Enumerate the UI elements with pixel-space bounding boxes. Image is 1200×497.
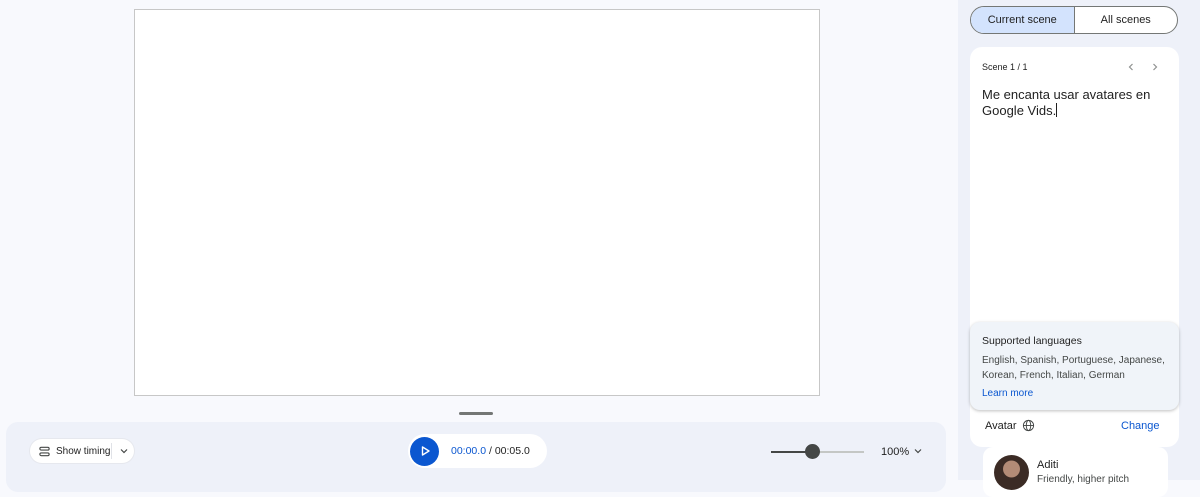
scene-canvas[interactable] xyxy=(134,9,820,396)
tooltip-body: English, Spanish, Portuguese, Japanese, … xyxy=(982,355,1165,381)
chevron-down-icon[interactable] xyxy=(116,443,132,459)
script-textarea[interactable]: Me encanta usar avatares en Google Vids. xyxy=(982,87,1152,119)
play-button[interactable] xyxy=(410,436,439,466)
script-text: Me encanta usar avatares en Google Vids. xyxy=(982,87,1151,118)
avatar xyxy=(994,455,1029,490)
show-timing-label: Show timing xyxy=(56,445,111,457)
time-display: 00:00.0 / 00:05.0 xyxy=(451,445,530,457)
tooltip-title: Supported languages xyxy=(982,335,1082,347)
resize-handle[interactable] xyxy=(459,412,493,415)
time-separator: / xyxy=(486,445,495,457)
chevron-down-icon[interactable] xyxy=(912,445,924,457)
chevron-left-icon[interactable] xyxy=(1124,60,1138,74)
current-time: 00:00.0 xyxy=(451,445,487,457)
learn-more-link[interactable]: Learn more xyxy=(982,388,1167,399)
zoom-value[interactable]: 100% xyxy=(881,446,909,458)
play-icon xyxy=(421,446,430,456)
change-avatar-link[interactable]: Change xyxy=(1121,420,1160,432)
globe-icon[interactable] xyxy=(1022,419,1035,432)
avatar-label: Avatar xyxy=(985,420,1017,432)
avatar-name: Aditi xyxy=(1037,459,1059,471)
timing-icon xyxy=(36,443,52,459)
scene-counter: Scene 1 / 1 xyxy=(982,62,1028,72)
text-cursor xyxy=(1056,103,1058,117)
tab-current-scene[interactable]: Current scene xyxy=(971,7,1075,33)
playback-control: 00:00.0 / 00:05.0 xyxy=(408,434,547,468)
tab-all-scenes[interactable]: All scenes xyxy=(1075,7,1178,33)
supported-languages-tooltip: Supported languages English, Spanish, Po… xyxy=(970,322,1179,410)
scene-tabs: Current scene All scenes xyxy=(970,6,1178,34)
editor-area: Show timing 00:00.0 / 00:05.0 100% xyxy=(0,0,958,492)
total-time: 00:05.0 xyxy=(494,445,530,457)
divider xyxy=(111,443,112,459)
show-timing-button[interactable]: Show timing xyxy=(30,439,134,463)
chevron-right-icon[interactable] xyxy=(1148,60,1162,74)
